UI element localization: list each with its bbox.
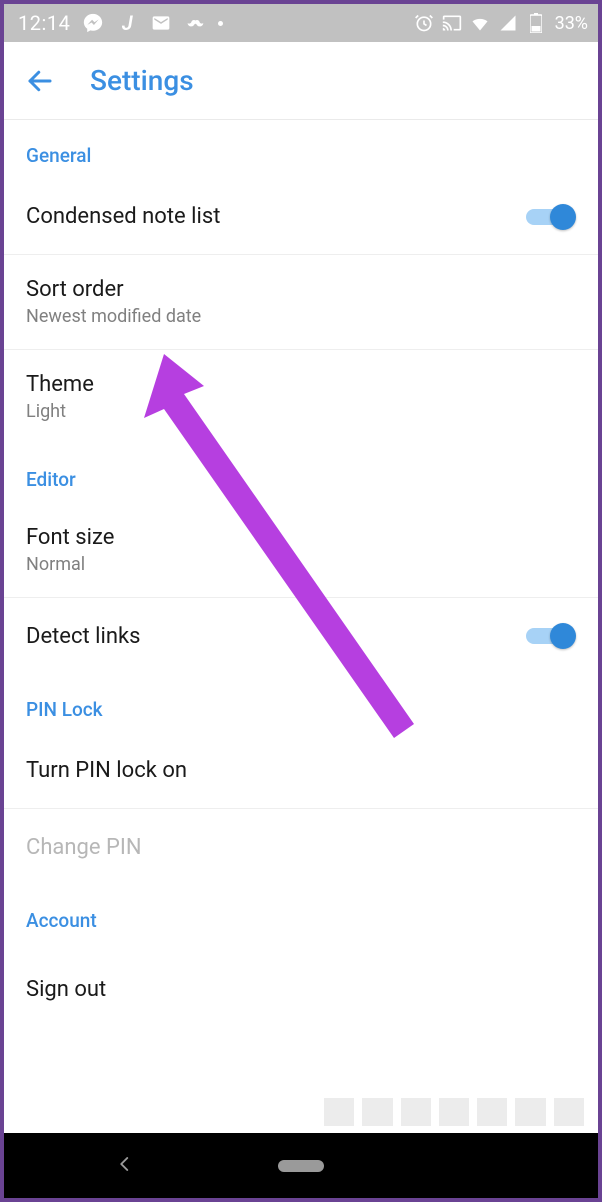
toggle-condensed[interactable] xyxy=(526,204,576,230)
row-sign-out[interactable]: Sign out xyxy=(4,944,598,1020)
app-bar: Settings xyxy=(4,42,598,120)
section-header-editor: Editor xyxy=(4,444,598,503)
cast-icon xyxy=(441,12,463,34)
row-title: Sort order xyxy=(26,277,576,302)
more-notifications-dot-icon xyxy=(218,21,223,26)
section-header-pinlock: PIN Lock xyxy=(4,674,598,733)
settings-content: General Condensed note list Sort order N… xyxy=(4,120,598,1133)
row-font-size[interactable]: Font size Normal xyxy=(4,503,598,598)
mustache-icon xyxy=(184,12,206,34)
gmail-icon xyxy=(150,12,172,34)
row-sort-order[interactable]: Sort order Newest modified date xyxy=(4,255,598,350)
status-right: 33% xyxy=(413,12,588,34)
status-time: 12:14 xyxy=(18,11,70,35)
section-header-account: Account xyxy=(4,885,598,944)
row-title: Theme xyxy=(26,372,576,397)
arrow-left-icon xyxy=(25,66,55,96)
redacted-email-strip xyxy=(324,1098,584,1126)
wifi-icon xyxy=(469,12,491,34)
row-title: Detect links xyxy=(26,624,526,649)
device-frame: 12:14 J xyxy=(4,4,598,1198)
row-condensed-note-list[interactable]: Condensed note list xyxy=(4,179,598,255)
page-title: Settings xyxy=(90,64,194,97)
row-subtitle: Light xyxy=(26,401,576,422)
battery-percent: 33% xyxy=(555,13,588,34)
row-theme[interactable]: Theme Light xyxy=(4,350,598,444)
section-header-general: General xyxy=(4,120,598,179)
row-title: Turn PIN lock on xyxy=(26,758,576,783)
status-left: 12:14 J xyxy=(18,11,223,35)
toggle-thumb xyxy=(550,204,576,230)
status-bar: 12:14 J xyxy=(4,4,598,42)
row-title: Sign out xyxy=(26,977,576,1002)
system-nav-bar xyxy=(4,1133,598,1198)
app-j-icon: J xyxy=(116,12,138,34)
toggle-detect-links[interactable] xyxy=(526,623,576,649)
row-subtitle: Newest modified date xyxy=(26,306,576,327)
cell-signal-icon xyxy=(497,12,519,34)
row-title: Font size xyxy=(26,525,576,550)
messenger-icon xyxy=(82,12,104,34)
row-subtitle: Normal xyxy=(26,554,576,575)
nav-back-button[interactable] xyxy=(116,1155,134,1177)
nav-home-pill[interactable] xyxy=(278,1160,324,1172)
row-change-pin: Change PIN xyxy=(4,809,598,885)
toggle-thumb xyxy=(550,623,576,649)
back-button[interactable] xyxy=(22,63,58,99)
chevron-left-icon xyxy=(116,1155,134,1173)
row-detect-links[interactable]: Detect links xyxy=(4,598,598,674)
row-turn-pin-on[interactable]: Turn PIN lock on xyxy=(4,733,598,809)
battery-icon xyxy=(525,12,547,34)
row-title: Change PIN xyxy=(26,835,576,860)
row-title: Condensed note list xyxy=(26,204,526,229)
alarm-icon xyxy=(413,12,435,34)
